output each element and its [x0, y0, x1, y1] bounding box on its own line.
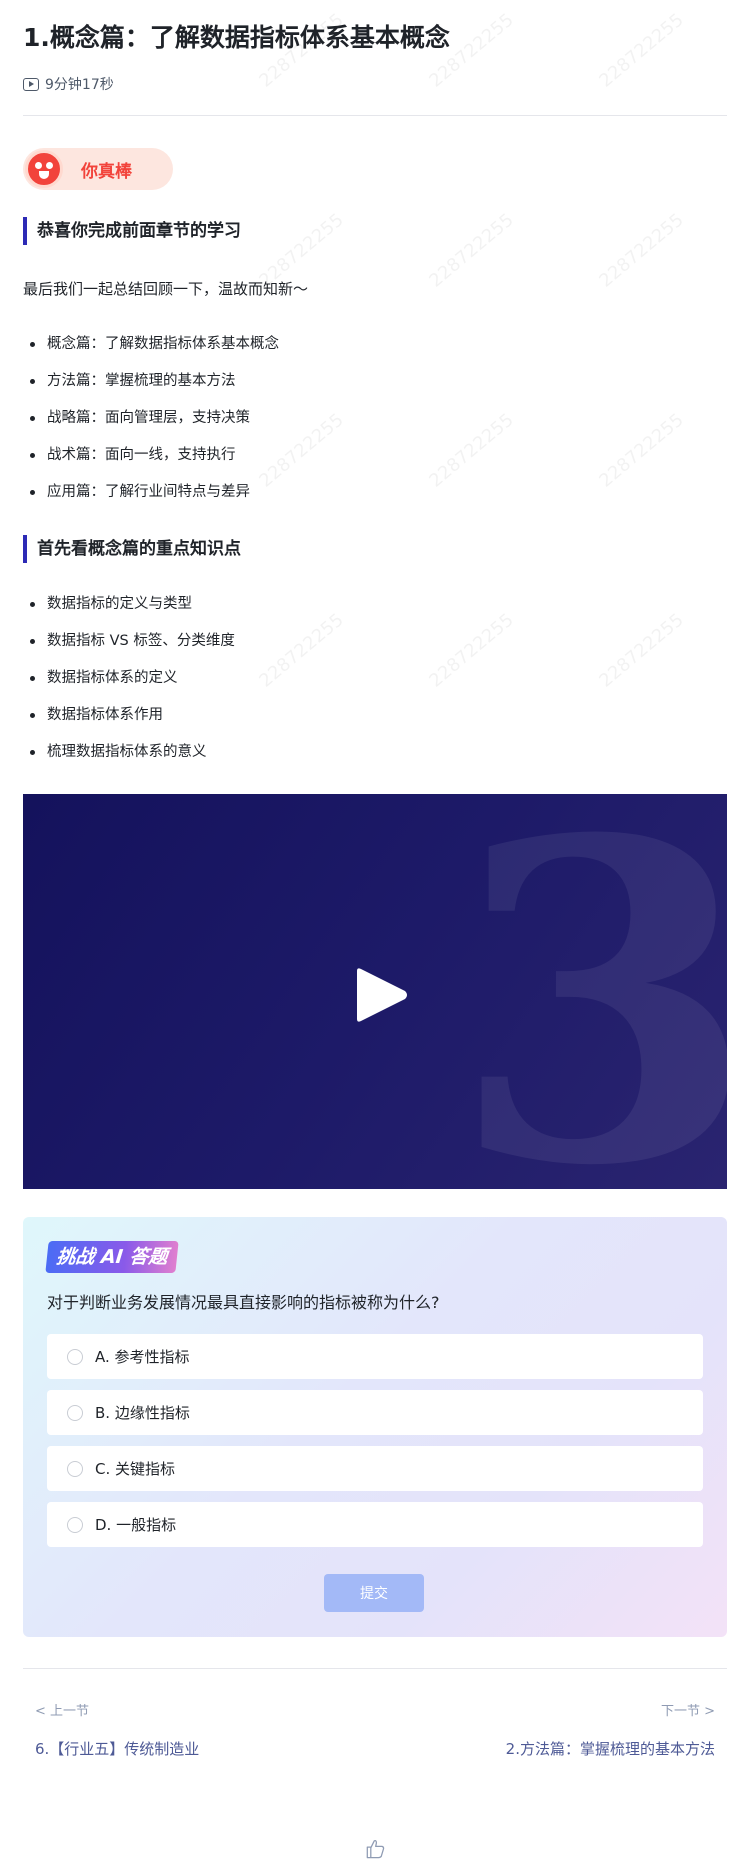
play-icon[interactable]: [351, 967, 409, 1023]
next-lesson-title[interactable]: 2.方法篇：掌握梳理的基本方法: [506, 1738, 715, 1759]
quiz-option-d[interactable]: D. 一般指标: [47, 1502, 703, 1547]
nav-divider: [23, 1668, 727, 1669]
submit-button[interactable]: 提交: [324, 1574, 424, 1612]
list-item: 战术篇：面向一线，支持执行: [30, 445, 279, 482]
duration-text: 9分钟17秒: [45, 77, 114, 93]
watermark: 228722255: [425, 609, 518, 692]
smiley-icon: [25, 150, 63, 188]
watermark: 228722255: [425, 209, 518, 292]
list-item: 数据指标的定义与类型: [30, 594, 235, 631]
list-item: 方法篇：掌握梳理的基本方法: [30, 371, 279, 408]
quiz-option-c[interactable]: C. 关键指标: [47, 1446, 703, 1491]
radio-button[interactable]: [67, 1460, 83, 1477]
video-player[interactable]: 3: [23, 794, 727, 1189]
list-item: 数据指标体系作用: [30, 705, 235, 742]
praise-text: 你真棒: [81, 161, 132, 182]
option-label: D. 一般指标: [95, 1516, 177, 1534]
quiz-option-a[interactable]: A. 参考性指标: [47, 1334, 703, 1379]
quiz-question: 对于判断业务发展情况最具直接影响的指标被称为什么?: [47, 1293, 440, 1312]
list-item: 战略篇：面向管理层，支持决策: [30, 408, 279, 445]
list-item: 概念篇：了解数据指标体系基本概念: [30, 334, 279, 371]
lesson-title: 1.概念篇：了解数据指标体系基本概念: [23, 23, 450, 52]
watermark: 228722255: [425, 409, 518, 492]
watermark: 228722255: [595, 209, 688, 292]
watermark: 228722255: [595, 609, 688, 692]
list-item: 应用篇：了解行业间特点与差异: [30, 482, 279, 519]
thumbs-up-icon[interactable]: [360, 1838, 390, 1859]
video-cover-decoration: 3: [450, 794, 727, 1189]
prev-lesson-link[interactable]: < 上一节: [35, 1700, 89, 1719]
next-lesson-link[interactable]: 下一节 >: [661, 1700, 715, 1719]
list-item: 数据指标体系的定义: [30, 668, 235, 705]
praise-badge: 你真棒: [23, 148, 173, 190]
review-heading: 恭喜你完成前面章节的学习: [23, 217, 241, 245]
radio-button[interactable]: [67, 1348, 83, 1365]
key-points-list: 数据指标的定义与类型 数据指标 VS 标签、分类维度 数据指标体系的定义 数据指…: [30, 594, 235, 779]
watermark: 228722255: [595, 409, 688, 492]
list-item: 梳理数据指标体系的意义: [30, 742, 235, 779]
quiz-option-b[interactable]: B. 边缘性指标: [47, 1390, 703, 1435]
review-intro: 最后我们一起总结回顾一下，温故而知新～: [23, 280, 309, 298]
watermark: 228722255: [595, 9, 688, 92]
list-item: 数据指标 VS 标签、分类维度: [30, 631, 235, 668]
option-label: C. 关键指标: [95, 1460, 176, 1478]
header-divider: [23, 115, 727, 116]
radio-button[interactable]: [67, 1516, 83, 1533]
radio-button[interactable]: [67, 1404, 83, 1421]
review-list: 概念篇：了解数据指标体系基本概念 方法篇：掌握梳理的基本方法 战略篇：面向管理层…: [30, 334, 279, 519]
ai-quiz-card: 挑战 AI 答题 对于判断业务发展情况最具直接影响的指标被称为什么? A. 参考…: [23, 1217, 727, 1637]
video-icon: [23, 77, 39, 91]
option-label: A. 参考性指标: [95, 1348, 190, 1366]
lesson-duration: 9分钟17秒: [23, 74, 114, 94]
prev-lesson-title[interactable]: 6.【行业五】传统制造业: [35, 1738, 199, 1759]
key-points-heading: 首先看概念篇的重点知识点: [23, 535, 241, 563]
option-label: B. 边缘性指标: [95, 1404, 190, 1422]
watermark: 228722255: [255, 609, 348, 692]
ai-quiz-tag: 挑战 AI 答题: [45, 1241, 179, 1273]
